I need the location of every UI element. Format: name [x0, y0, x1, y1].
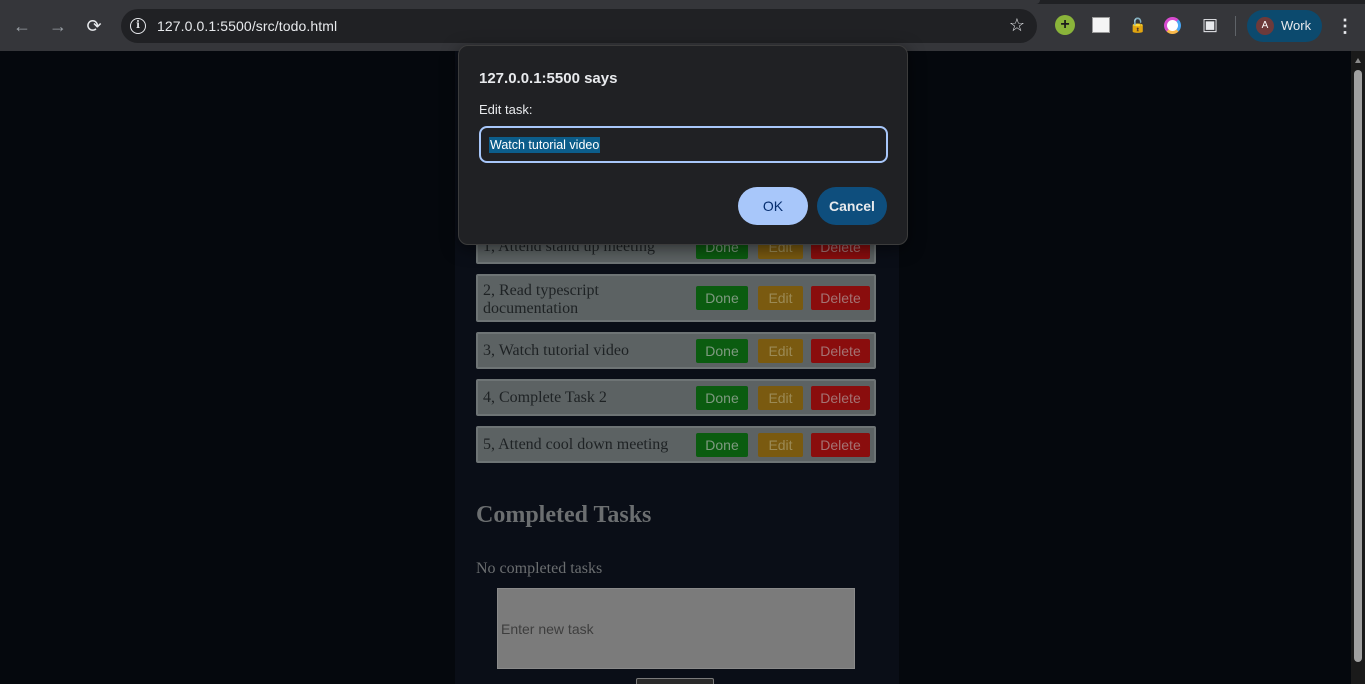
no-completed-text: No completed tasks [476, 560, 603, 577]
selected-input-text[interactable]: Watch tutorial video [489, 137, 601, 153]
task-text: 5, Attend cool down meeting [483, 436, 669, 453]
task-item: 3, Watch tutorial video Done Edit Delete [476, 332, 876, 369]
address-bar[interactable]: i 127.0.0.1:5500/src/todo.html ☆ [121, 9, 1037, 43]
arrow-right-icon[interactable]: → [46, 14, 70, 38]
delete-button[interactable]: Delete [811, 338, 870, 363]
edit-button[interactable]: Edit [758, 338, 803, 363]
color-ring-extension-icon[interactable] [1164, 17, 1181, 34]
star-icon[interactable]: ☆ [1009, 15, 1025, 36]
done-button[interactable]: Done [696, 338, 748, 363]
task-item: 4, Complete Task 2 Done Edit Delete [476, 379, 876, 416]
done-button[interactable]: Done [696, 286, 748, 310]
edit-button[interactable]: Edit [758, 432, 803, 457]
done-button[interactable]: Done [696, 385, 748, 410]
dialog-message: Edit task: [479, 102, 533, 117]
completed-tasks-heading: Completed Tasks [476, 502, 652, 528]
browser-toolbar: ← → ⟳ i 127.0.0.1:5500/src/todo.html ☆ +… [0, 0, 1365, 51]
lock-extension-icon[interactable]: 🔓 [1128, 15, 1148, 35]
delete-button[interactable]: Delete [811, 286, 870, 310]
ok-button[interactable]: OK [738, 187, 808, 225]
kebab-menu-icon[interactable]: ⋮ [1336, 14, 1354, 38]
add-task-button[interactable] [636, 678, 714, 684]
task-item: 5, Attend cool down meeting Done Edit De… [476, 426, 876, 463]
new-task-placeholder: Enter new task [501, 621, 594, 637]
task-item: 2, Read typescript documentation Done Ed… [476, 274, 876, 322]
done-button[interactable]: Done [696, 432, 748, 457]
scroll-up-arrow-icon[interactable] [1355, 58, 1361, 63]
edit-button[interactable]: Edit [758, 286, 803, 310]
url-text[interactable]: 127.0.0.1:5500/src/todo.html [157, 18, 337, 34]
task-text: 2, Read typescript documentation [483, 282, 599, 317]
active-tab-edge [0, 0, 1040, 4]
edit-button[interactable]: Edit [758, 385, 803, 410]
toolbar-divider [1235, 16, 1236, 36]
edit-task-prompt-dialog: 127.0.0.1:5500 says Edit task: Watch tut… [458, 45, 908, 245]
task-text: 3, Watch tutorial video [483, 342, 629, 359]
new-task-input[interactable]: Enter new task [497, 588, 855, 669]
white-extension-icon[interactable] [1092, 17, 1110, 33]
page-scrollbar[interactable] [1351, 51, 1365, 684]
dialog-title: 127.0.0.1:5500 says [479, 70, 618, 87]
green-plus-extension-icon[interactable]: + [1055, 15, 1075, 35]
scrollbar-thumb[interactable] [1354, 70, 1362, 662]
info-icon[interactable]: i [130, 18, 146, 34]
tab-strip-edge [0, 0, 1365, 4]
task-text: 4, Complete Task 2 [483, 389, 607, 406]
arrow-left-icon[interactable]: ← [10, 14, 34, 38]
delete-button[interactable]: Delete [811, 385, 870, 410]
avatar: A [1256, 17, 1274, 35]
delete-button[interactable]: Delete [811, 432, 870, 457]
profile-button[interactable]: A Work [1247, 10, 1322, 42]
puzzle-icon[interactable]: ▣ [1200, 15, 1220, 35]
profile-name: Work [1281, 18, 1312, 33]
reload-icon[interactable]: ⟳ [82, 14, 106, 38]
cancel-button[interactable]: Cancel [817, 187, 887, 225]
edit-task-input[interactable]: Watch tutorial video [479, 126, 888, 163]
